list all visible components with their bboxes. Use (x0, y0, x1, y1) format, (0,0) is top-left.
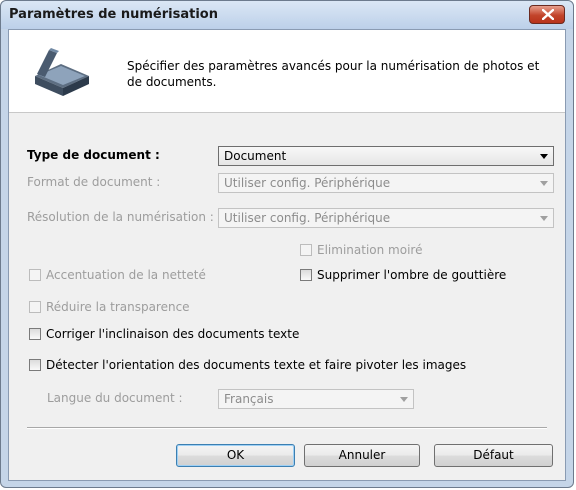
skew-correction-label: Corriger l'inclinaison des documents tex… (46, 327, 300, 341)
gutter-shadow-checkbox[interactable]: Supprimer l'ombre de gouttière (300, 268, 506, 282)
dialog-body: Spécifier des paramètres avancés pour la… (8, 29, 566, 481)
document-language-select[interactable]: Français (218, 389, 414, 409)
scan-resolution-select[interactable]: Utiliser config. Périphérique (218, 208, 554, 228)
checkbox-box[interactable] (300, 269, 312, 281)
moire-reduction-checkbox[interactable]: Elimination moiré (300, 243, 422, 257)
default-button[interactable]: Défaut (434, 444, 553, 467)
document-language-label: Langue du document : (47, 391, 183, 405)
checkbox-box[interactable] (29, 359, 41, 371)
scan-resolution-value: Utiliser config. Périphérique (224, 211, 391, 225)
separator (27, 427, 547, 429)
document-format-value: Utiliser config. Périphérique (224, 176, 391, 190)
gutter-shadow-label: Supprimer l'ombre de gouttière (317, 268, 507, 282)
checkbox-box[interactable] (29, 328, 41, 340)
transparency-label: Réduire la transparence (46, 300, 190, 314)
checkbox-box[interactable] (29, 301, 41, 313)
close-button[interactable] (529, 5, 565, 24)
document-type-value: Document (224, 149, 287, 163)
scan-settings-dialog: Paramètres de numérisation Spécifier des… (0, 0, 574, 488)
checkbox-box[interactable] (300, 244, 312, 256)
scanner-icon (35, 48, 89, 96)
sharpness-label: Accentuation de la netteté (46, 268, 206, 282)
document-format-label: Format de document : (27, 175, 161, 189)
orientation-checkbox[interactable]: Détecter l'orientation des documents tex… (29, 358, 466, 372)
document-type-select[interactable]: Document (218, 146, 554, 166)
header-description: Spécifier des paramètres avancés pour la… (127, 59, 540, 89)
chevron-down-icon (540, 154, 548, 159)
document-language-value: Français (224, 392, 274, 406)
transparency-checkbox[interactable]: Réduire la transparence (29, 300, 190, 314)
moire-reduction-label: Elimination moiré (317, 243, 423, 257)
document-format-select[interactable]: Utiliser config. Périphérique (218, 173, 554, 193)
orientation-label: Détecter l'orientation des documents tex… (46, 358, 467, 372)
ok-button[interactable]: OK (176, 444, 295, 467)
chevron-down-icon (540, 181, 548, 186)
close-icon (542, 9, 554, 20)
scan-resolution-label: Résolution de la numérisation : (27, 210, 214, 224)
document-type-label: Type de document : (27, 148, 160, 162)
document-type-label-text: Type de document : (27, 148, 160, 162)
checkbox-box[interactable] (29, 269, 41, 281)
chevron-down-icon (400, 397, 408, 402)
chevron-down-icon (540, 216, 548, 221)
cancel-button[interactable]: Annuler (304, 444, 420, 467)
sharpness-checkbox[interactable]: Accentuation de la netteté (29, 268, 206, 282)
skew-correction-checkbox[interactable]: Corriger l'inclinaison des documents tex… (29, 327, 299, 341)
title-bar[interactable]: Paramètres de numérisation (1, 1, 573, 29)
header-band: Spécifier des paramètres avancés pour la… (9, 30, 565, 113)
dialog-title: Paramètres de numérisation (9, 7, 218, 22)
